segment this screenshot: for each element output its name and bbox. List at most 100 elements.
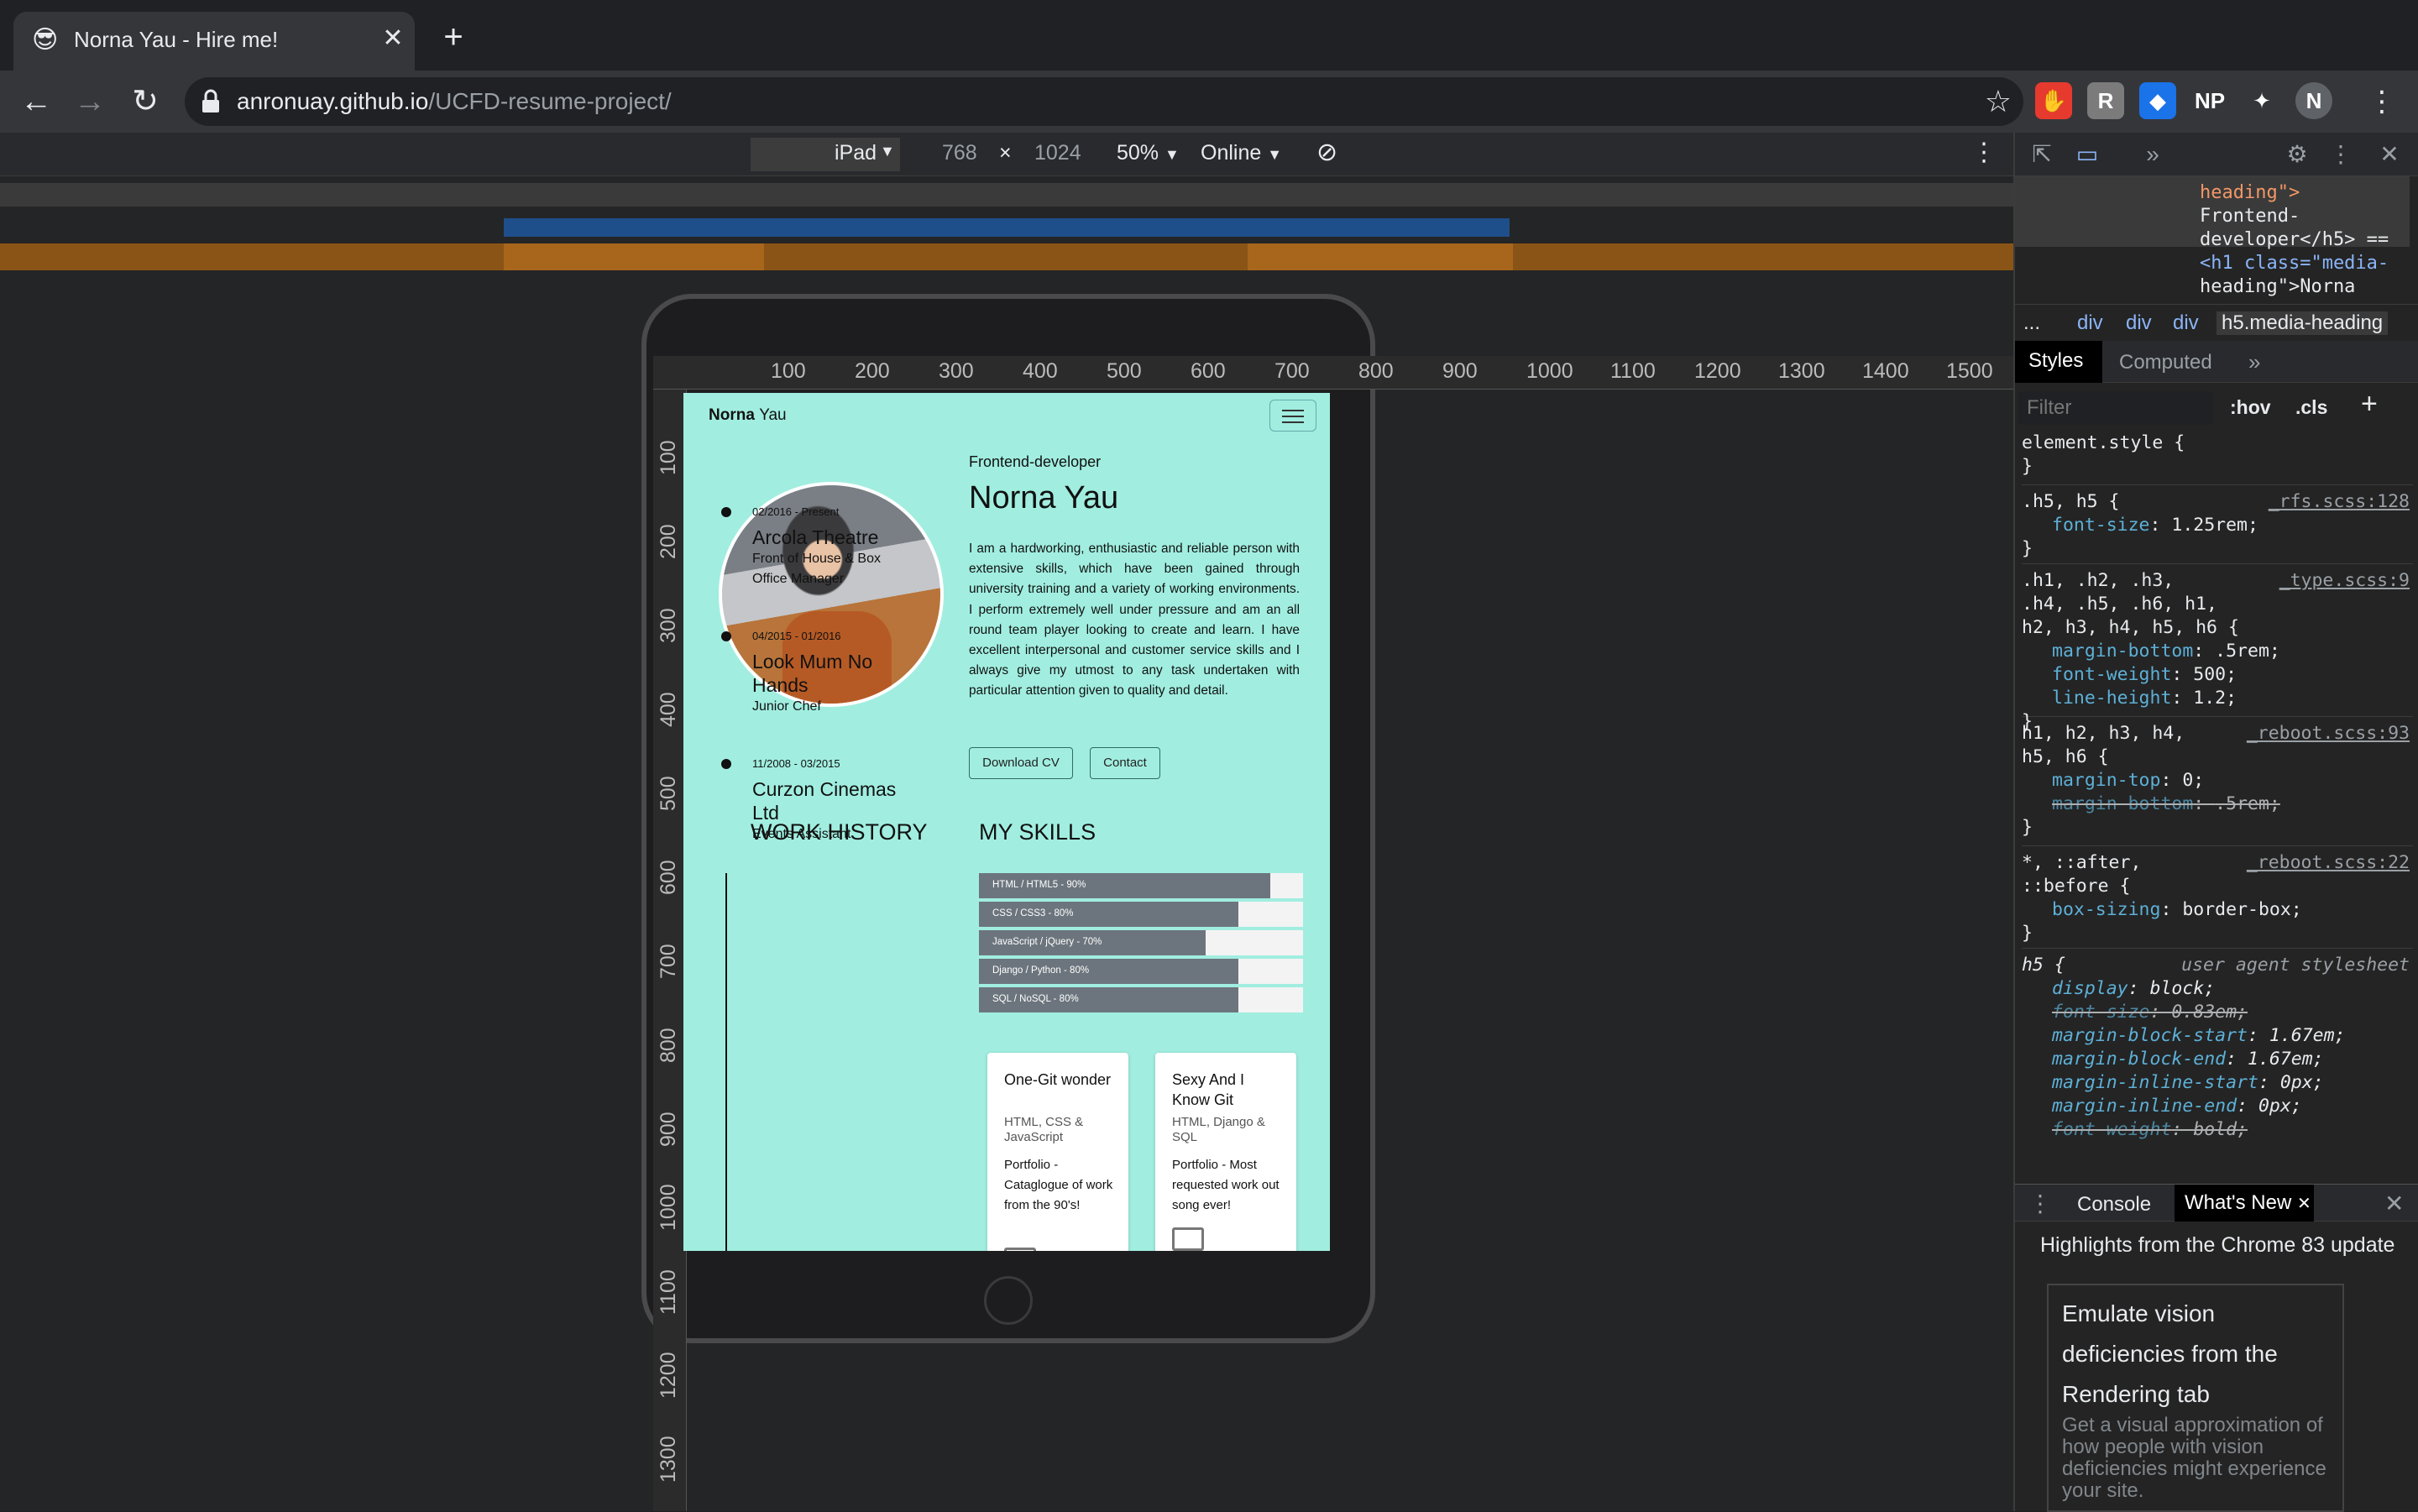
rule-declaration-overridden[interactable]: margin-bottom: .5rem; <box>2022 793 2413 816</box>
tab-computed[interactable]: Computed <box>2119 351 2212 374</box>
rule-declaration[interactable]: line-height: 1.2; <box>2022 687 2413 710</box>
class-toggle[interactable]: .cls <box>2295 396 2327 419</box>
browser-menu-icon[interactable]: ⋮ <box>2359 79 2405 124</box>
tab-styles[interactable]: Styles <box>2015 341 2102 383</box>
rotate-icon[interactable]: ⊘ <box>1316 138 1337 167</box>
tab-whats-new[interactable]: What's New ✕ <box>2175 1185 2314 1222</box>
kebab-menu-icon[interactable]: ⋮ <box>2326 139 2356 170</box>
media-query-bar-blue[interactable] <box>504 218 1510 237</box>
rule-declaration[interactable]: font-weight: 500; <box>2022 663 2413 687</box>
media-query-bar-gray[interactable] <box>0 183 2013 207</box>
close-icon[interactable]: ✕ <box>2297 1195 2311 1213</box>
rule-declaration[interactable]: margin-inline-end: 0px; <box>2022 1095 2413 1118</box>
card-title: Emulate vision deficiencies from the Ren… <box>2062 1300 2278 1407</box>
card-description: Get a visual approximation of how people… <box>2062 1414 2326 1502</box>
ruler-tick-label: 900 <box>657 1112 680 1147</box>
rule-source-link[interactable]: _reboot.scss:93 <box>2247 722 2410 746</box>
elements-tree-line[interactable]: heading">Norna <box>2200 275 2355 299</box>
ruler-tick-label: 400 <box>657 692 680 727</box>
elements-tree-line[interactable]: <h1 class="media- <box>2200 252 2389 275</box>
media-query-bars <box>0 176 2013 294</box>
rule-declaration[interactable]: margin-bottom: .5rem; <box>2022 640 2413 663</box>
breadcrumb-item[interactable]: div <box>2077 311 2103 335</box>
hover-state-toggle[interactable]: :hov <box>2230 396 2271 419</box>
styles-filter-input[interactable]: Filter <box>2018 391 2213 425</box>
inspect-icon[interactable]: ⇱ <box>2027 139 2057 170</box>
ruler-tick-label: 300 <box>657 608 680 643</box>
elements-tree-line[interactable]: heading"> <box>2200 181 2300 205</box>
breadcrumb-item[interactable]: h5.media-heading <box>2216 311 2389 335</box>
rule-source-link[interactable]: _reboot.scss:22 <box>2247 851 2410 875</box>
lock-icon <box>202 89 219 112</box>
rule-declaration[interactable]: margin-inline-start: 0px; <box>2022 1071 2413 1095</box>
reload-button[interactable]: ↻ <box>123 79 168 124</box>
download-cv-button[interactable]: Download CV <box>969 747 1073 779</box>
media-query-bar-orange[interactable] <box>0 243 2013 270</box>
media-query-bar-orange-right[interactable] <box>1248 243 1513 270</box>
breadcrumb: ... div div div h5.media-heading <box>2015 304 2418 339</box>
media-query-bar-orange-left[interactable] <box>504 243 764 270</box>
adblock-icon[interactable]: ✋ <box>2035 82 2072 119</box>
zoom-select[interactable]: 50% ▼ <box>1117 141 1180 165</box>
reader-icon[interactable]: R <box>2087 82 2124 119</box>
breadcrumb-item[interactable]: div <box>2126 311 2152 335</box>
ruler-tick-label: 700 <box>657 944 680 979</box>
browser-tab[interactable]: 😎 Norna Yau - Hire me! ✕ <box>13 12 415 71</box>
np-icon[interactable]: NP <box>2191 82 2228 119</box>
more-tabs-icon[interactable]: » <box>2248 349 2260 375</box>
gear-icon[interactable]: ⚙ <box>2282 139 2312 170</box>
device-select[interactable]: iPad ▼ <box>751 138 900 171</box>
back-button[interactable]: ← <box>13 79 59 124</box>
close-icon[interactable]: ✕ <box>2374 139 2405 170</box>
rule-declaration[interactable]: margin-top: 0; <box>2022 769 2413 793</box>
rule-declaration[interactable]: display: block; <box>2022 977 2413 1001</box>
whats-new-card[interactable]: Emulate vision deficiencies from the Ren… <box>2047 1284 2344 1512</box>
viewport-width-input[interactable]: 768 <box>942 141 977 165</box>
more-tabs-icon[interactable]: » <box>2138 139 2168 170</box>
contact-button[interactable]: Contact <box>1090 747 1160 779</box>
project-card[interactable]: Sexy And I Know Git HTML, Django & SQL Por… <box>1155 1053 1296 1251</box>
cube-icon[interactable]: ◆ <box>2139 82 2176 119</box>
forward-button[interactable]: → <box>67 79 113 124</box>
puzzle-icon[interactable]: ✦ <box>2243 82 2280 119</box>
breadcrumb-item[interactable]: ... <box>2023 311 2040 335</box>
rule-declaration[interactable]: margin-block-end: 1.67em; <box>2022 1048 2413 1071</box>
rule-source-link[interactable]: _type.scss:9 <box>2279 569 2410 593</box>
viewport-height-input[interactable]: 1024 <box>1034 141 1081 165</box>
rule-declaration[interactable]: font-size: 1.25rem; <box>2022 514 2413 537</box>
close-icon[interactable]: ✕ <box>376 22 410 55</box>
rule-declaration[interactable]: box-sizing: border-box; <box>2022 898 2413 922</box>
tab-console[interactable]: Console <box>2077 1193 2151 1216</box>
rule-declaration-overridden[interactable]: font-size: 0.83em; <box>2022 1001 2413 1024</box>
close-icon[interactable]: ✕ <box>2384 1190 2404 1217</box>
property-name: margin-bottom <box>2052 793 2194 814</box>
styles-tabbar: Styles Computed » <box>2015 341 2418 383</box>
brand-logo[interactable]: Norna Yau <box>709 406 787 425</box>
vertical-ruler: 100 200 300 400 500 600 700 800 900 1000 1100 1200 1… <box>653 390 687 1511</box>
elements-tree-line[interactable]: developer</h5> == <box>2200 228 2389 252</box>
ruler-tick-label: 800 <box>657 1028 680 1063</box>
rule-declaration[interactable]: margin-block-start: 1.67em; <box>2022 1024 2413 1048</box>
hamburger-menu-button[interactable] <box>1269 400 1316 432</box>
new-rule-button[interactable]: + <box>2361 388 2378 421</box>
ruler-tick-label: 1300 <box>1778 359 1825 383</box>
device-toggle-icon[interactable]: ▭ <box>2072 139 2102 170</box>
new-tab-button[interactable]: + <box>437 20 470 54</box>
project-card[interactable]: One-Git wonder HTML, CSS & JavaScript Port… <box>987 1053 1128 1251</box>
more-options-icon[interactable]: ⋮ <box>1971 138 1997 167</box>
ruler-tick-label: 1000 <box>657 1184 680 1231</box>
rule-source-link[interactable]: _rfs.scss:128 <box>2269 490 2410 514</box>
style-rule: h1, h2, h3, h4, _reboot.scss:93 h5, h6 {… <box>2022 722 2413 846</box>
drawer-menu-icon[interactable]: ⋮ <box>2028 1190 2052 1217</box>
throttle-select[interactable]: Online ▼ <box>1201 141 1282 165</box>
bookmark-star-icon[interactable]: ☆ <box>1985 84 2012 119</box>
rule-selector: element.style { <box>2022 432 2185 453</box>
rule-close: } <box>2022 456 2033 477</box>
breadcrumb-item[interactable]: div <box>2173 311 2199 335</box>
address-bar[interactable]: anronuay.github.io/UCFD-resume-project/ … <box>185 77 2023 126</box>
property-value: bold; <box>2193 1119 2248 1140</box>
avatar[interactable]: N <box>2295 82 2332 119</box>
ruler-tick-label: 1300 <box>657 1436 680 1483</box>
rule-declaration-overridden[interactable]: font-weight: bold; <box>2022 1118 2413 1142</box>
elements-tree-line[interactable]: Frontend- <box>2200 205 2300 228</box>
